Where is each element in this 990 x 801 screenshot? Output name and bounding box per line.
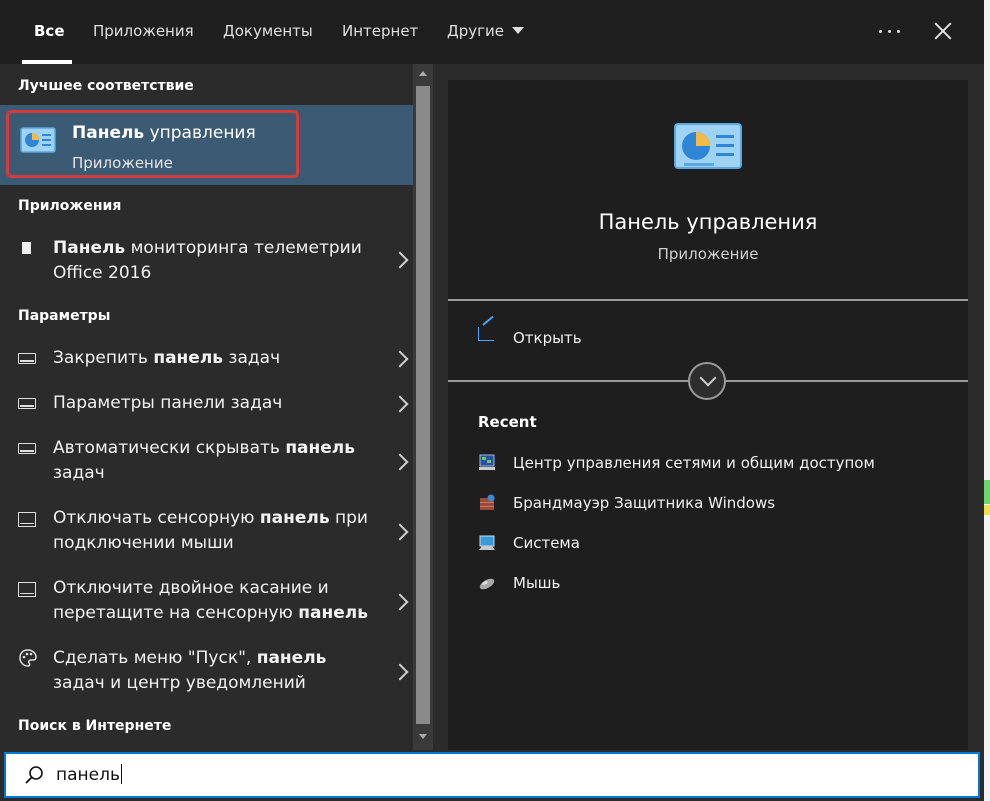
- chevron-right-icon: [391, 523, 409, 541]
- tab-all[interactable]: Все: [34, 22, 65, 40]
- ellipsis-icon: [879, 30, 882, 33]
- list-item[interactable]: Отключите двойное касание и перетащите на…: [0, 574, 413, 630]
- list-item[interactable]: Панель мониторинга телеметрии Office 2016: [0, 234, 413, 290]
- detail-subtitle: Приложение: [657, 245, 759, 263]
- recent-item[interactable]: Мышь: [478, 573, 948, 595]
- highlight-outline: [6, 110, 299, 178]
- recent-item-label: Центр управления сетями и общим доступом: [513, 454, 875, 472]
- list-item-label: Автоматически скрывать панель задач: [53, 438, 356, 483]
- background-window-highlight: [984, 480, 990, 504]
- chevron-right-icon: [391, 593, 409, 611]
- scrollbar-thumb[interactable]: [416, 86, 430, 724]
- chevron-right-icon: [391, 350, 409, 368]
- scroll-up-icon[interactable]: [419, 71, 427, 76]
- web-search-header: Поиск в Интернете: [18, 718, 172, 734]
- chevron-right-icon: [391, 251, 409, 269]
- recent-item-label: Мышь: [513, 574, 561, 592]
- tab-web[interactable]: Интернет: [342, 22, 418, 40]
- detail-title: Панель управления: [598, 210, 818, 234]
- list-item-label: Параметры панели задач: [53, 393, 283, 413]
- scroll-down-icon[interactable]: [419, 734, 427, 739]
- expand-button[interactable]: [688, 362, 726, 400]
- list-item[interactable]: Автоматически скрывать панель задач: [0, 434, 413, 490]
- ellipsis-icon: [888, 30, 891, 33]
- mouse-icon: [479, 578, 495, 590]
- search-bar[interactable]: панель: [4, 752, 980, 798]
- settings-header: Параметры: [18, 308, 111, 324]
- system-icon: [479, 535, 495, 550]
- list-item[interactable]: Закрепить панель задач: [0, 344, 413, 378]
- list-item-label: Отключать сенсорную панель при подключени…: [53, 508, 368, 553]
- tab-apps[interactable]: Приложения: [93, 22, 194, 40]
- taskbar-icon: [18, 398, 36, 409]
- list-item[interactable]: Сделать меню "Пуск", панель задач и центр…: [0, 644, 413, 700]
- best-match-item[interactable]: Панель управления Приложение: [0, 105, 413, 185]
- close-button[interactable]: [930, 18, 956, 44]
- network-icon: [479, 454, 495, 470]
- results-list: Лучшее соответствие Панель управления Пр…: [0, 64, 413, 750]
- chevron-right-icon: [391, 395, 409, 413]
- tab-documents[interactable]: Документы: [223, 22, 313, 40]
- open-icon: [478, 327, 494, 341]
- chevron-right-icon: [391, 663, 409, 681]
- ellipsis-icon: [897, 30, 900, 33]
- list-item[interactable]: Отключать сенсорную панель при подключени…: [0, 504, 413, 560]
- list-item-label: Закрепить панель задач: [53, 348, 281, 368]
- divider: [448, 299, 968, 301]
- taskbar-icon: [18, 353, 36, 364]
- control-panel-icon: [674, 123, 742, 169]
- search-window: Все Приложения Документы Интернет Другие…: [0, 0, 984, 801]
- recent-item[interactable]: Система: [478, 533, 948, 555]
- recent-item-label: Система: [513, 534, 580, 552]
- recent-header: Recent: [478, 413, 537, 431]
- list-item-label: Панель мониторинга телеметрии Office 2016: [53, 238, 362, 283]
- detail-pane: Панель управления Приложение Открыть Rec…: [448, 80, 968, 750]
- search-input-value: панель: [56, 765, 120, 785]
- firewall-icon: [480, 494, 495, 510]
- search-icon: [25, 766, 43, 784]
- list-item-label: Отключите двойное касание и перетащите на…: [53, 578, 368, 623]
- tablet-icon: [18, 582, 36, 597]
- list-item-label: Сделать меню "Пуск", панель задач и центр…: [53, 648, 327, 693]
- more-options-button[interactable]: [877, 18, 905, 44]
- best-match-header: Лучшее соответствие: [18, 78, 194, 94]
- apps-header: Приложения: [18, 198, 122, 214]
- chevron-down-icon: [511, 27, 524, 34]
- palette-icon: [19, 649, 37, 667]
- filter-tab-bar: Все Приложения Документы Интернет Другие: [0, 0, 984, 64]
- recent-item-label: Брандмауэр Защитника Windows: [513, 494, 776, 512]
- tablet-icon: [18, 512, 36, 527]
- list-item[interactable]: Параметры панели задач: [0, 389, 413, 423]
- recent-item[interactable]: Брандмауэр Защитника Windows: [478, 493, 948, 515]
- taskbar-icon: [18, 443, 36, 454]
- document-icon: [22, 242, 31, 254]
- background-window-highlight: [984, 505, 990, 515]
- tab-more-label: Другие: [447, 22, 504, 40]
- recent-item[interactable]: Центр управления сетями и общим доступом: [478, 453, 948, 475]
- search-input[interactable]: панель: [56, 764, 122, 785]
- chevron-right-icon: [391, 453, 409, 471]
- open-label: Открыть: [513, 329, 582, 347]
- tab-more[interactable]: Другие: [447, 22, 524, 40]
- scrollbar[interactable]: [413, 64, 433, 750]
- text-cursor: [121, 764, 122, 784]
